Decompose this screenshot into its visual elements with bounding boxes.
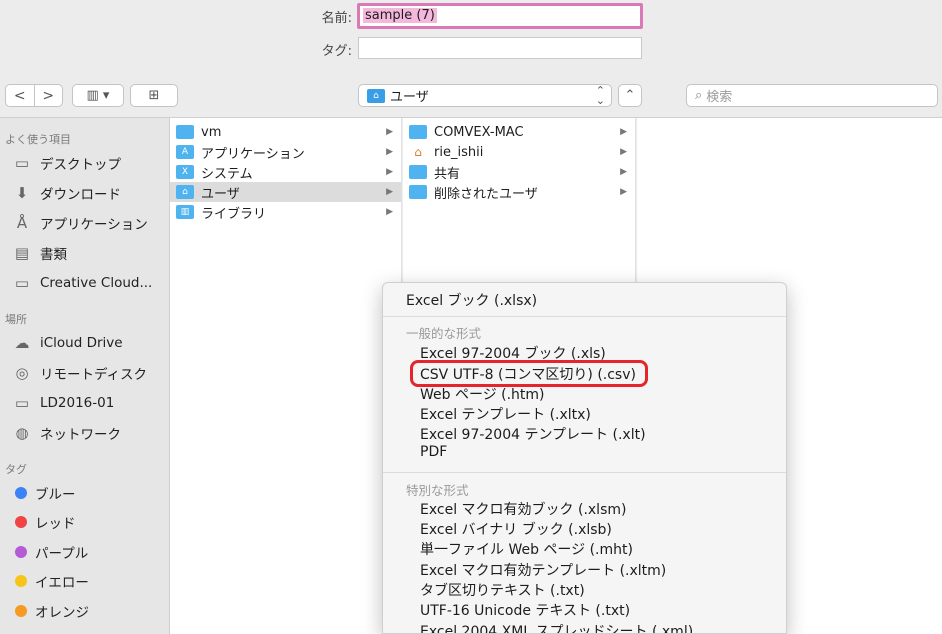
system-folder-icon: X	[176, 165, 194, 179]
sidebar-tag-red[interactable]: レッド	[12, 511, 76, 533]
menu-item-txt-tab[interactable]: タブ区切りテキスト (.txt)	[420, 580, 585, 600]
column-item-comvex-mac[interactable]: COMVEX-MAC ▶	[409, 122, 629, 142]
tag-label: タグ:	[321, 44, 352, 59]
menu-item-xlsb[interactable]: Excel バイナリ ブック (.xlsb)	[420, 519, 612, 539]
filename-input[interactable]: sample (7)	[357, 3, 643, 29]
column-item-rie-ishii[interactable]: ⌂ rie_ishii ▶	[409, 142, 629, 162]
sidebar-item-icloud[interactable]: ☁ iCloud Drive	[12, 332, 123, 354]
folder-icon: ▭	[14, 274, 30, 292]
places-header: 場所	[5, 313, 27, 326]
column-item-vm[interactable]: vm ▶	[176, 122, 395, 142]
updown-chevron-icon: ⌃ ⌄	[595, 84, 605, 107]
menu-header-special: 特別な形式	[406, 483, 469, 498]
disclosure-arrow-icon: ▶	[386, 207, 393, 217]
menu-item-txt-utf16[interactable]: UTF-16 Unicode テキスト (.txt)	[420, 600, 630, 620]
tag-color-icon	[15, 605, 27, 617]
disclosure-arrow-icon: ▶	[620, 147, 627, 157]
tags-input[interactable]	[358, 37, 642, 59]
search-input[interactable]: ⌕ 検索	[686, 84, 938, 107]
sidebar-item-applications[interactable]: Å アプリケーション	[12, 212, 148, 234]
library-folder-icon: ▥	[176, 205, 194, 219]
back-button[interactable]: <	[6, 85, 34, 106]
folder-icon	[409, 185, 427, 199]
sidebar-item-remote-disc[interactable]: ◎ リモートディスク	[12, 362, 147, 384]
network-icon: ◍	[15, 424, 29, 442]
save-header: 名前: sample (7) タグ: < > ▥ ▾ ⊞ ⌂ ユーザ ⌃ ⌄ ⌃ …	[0, 0, 942, 118]
home-icon: ⌂	[409, 145, 427, 159]
documents-icon: ▤	[14, 244, 30, 262]
column-item-system[interactable]: X システム ▶	[176, 162, 395, 182]
sidebar-item-downloads[interactable]: ⬇ ダウンロード	[12, 182, 121, 204]
disc-icon: ◎	[15, 364, 29, 382]
menu-item-xlsm[interactable]: Excel マクロ有効ブック (.xlsm)	[420, 499, 626, 519]
tag-color-icon	[15, 575, 27, 587]
applications-icon: Å	[16, 214, 28, 232]
sidebar-item-documents[interactable]: ▤ 書類	[12, 242, 67, 264]
menu-item-mht[interactable]: 単一ファイル Web ページ (.mht)	[420, 539, 633, 559]
menu-separator	[383, 472, 786, 473]
users-folder-icon: ⌂	[176, 185, 194, 199]
tag-color-icon	[15, 487, 27, 499]
disclosure-arrow-icon: ▶	[386, 167, 393, 177]
tags-header: タグ	[5, 463, 27, 476]
search-icon: ⌕	[695, 88, 703, 103]
sidebar: よく使う項目 ▭ デスクトップ ⬇ ダウンロード Å アプリケーション ▤ 書類 ▭ Cr…	[0, 118, 170, 634]
disclosure-arrow-icon: ▶	[386, 147, 393, 157]
favorites-header: よく使う項目	[5, 133, 71, 146]
sidebar-item-network[interactable]: ◍ ネットワーク	[12, 422, 121, 444]
column-item-applications[interactable]: A アプリケーション ▶	[176, 142, 395, 162]
disclosure-arrow-icon: ▶	[386, 127, 393, 137]
sidebar-item-creative-cloud[interactable]: ▭ Creative Cloud...	[12, 272, 152, 294]
folder-icon	[409, 165, 427, 179]
desktop-icon: ▭	[14, 154, 30, 172]
column-item-shared[interactable]: 共有 ▶	[409, 162, 629, 182]
chevron-up-icon: ⌃	[624, 88, 636, 103]
sidebar-tag-yellow[interactable]: イエロー	[12, 570, 89, 592]
computer-icon: ▭	[14, 394, 30, 412]
nav-buttons: < >	[5, 84, 63, 107]
menu-item-xlsx[interactable]: Excel ブック (.xlsx)	[406, 290, 537, 310]
menu-item-xlt[interactable]: Excel 97-2004 テンプレート (.xlt)	[420, 424, 646, 444]
menu-separator	[383, 316, 786, 317]
search-placeholder: 検索	[706, 90, 733, 105]
disclosure-arrow-icon: ▶	[620, 187, 627, 197]
column-item-deleted-users[interactable]: 削除されたユーザ ▶	[409, 182, 629, 202]
column-item-library[interactable]: ▥ ライブラリ ▶	[176, 202, 395, 222]
tag-color-icon	[15, 546, 27, 558]
applications-folder-icon: A	[176, 145, 194, 159]
file-format-menu: Excel ブック (.xlsx) 一般的な形式 Excel 97-2004 ブ…	[382, 282, 787, 634]
forward-button[interactable]: >	[33, 85, 63, 106]
browser-column-1: vm ▶ A アプリケーション ▶ X システム ▶ ⌂ ユーザ ▶ ▥ ライブラリ ▶	[170, 118, 402, 634]
menu-item-xltm[interactable]: Excel マクロ有効テンプレート (.xltm)	[420, 560, 666, 580]
sidebar-item-computer[interactable]: ▭ LD2016-01	[12, 392, 114, 414]
cloud-icon: ☁	[14, 334, 30, 352]
folder-icon	[409, 125, 427, 139]
new-folder-button[interactable]: ⊞	[130, 84, 178, 107]
download-icon: ⬇	[15, 184, 29, 202]
tag-color-icon	[15, 516, 27, 528]
folder-icon	[176, 125, 194, 139]
csv-highlight-annotation	[410, 360, 648, 387]
sidebar-tag-blue[interactable]: ブルー	[12, 482, 76, 504]
menu-item-pdf[interactable]: PDF	[420, 444, 447, 460]
sidebar-tag-orange[interactable]: オレンジ	[12, 600, 89, 622]
menu-header-general: 一般的な形式	[406, 326, 482, 341]
menu-item-xml[interactable]: Excel 2004 XML スプレッドシート (.xml)	[420, 621, 693, 633]
menu-item-htm[interactable]: Web ページ (.htm)	[420, 384, 545, 404]
disclosure-arrow-icon: ▶	[386, 187, 393, 197]
sidebar-tag-purple[interactable]: パープル	[12, 541, 88, 563]
menu-item-xltx[interactable]: Excel テンプレート (.xltx)	[420, 404, 591, 424]
sidebar-item-desktop[interactable]: ▭ デスクトップ	[12, 152, 121, 174]
location-popup[interactable]: ⌂ ユーザ ⌃ ⌄	[358, 84, 612, 107]
disclosure-arrow-icon: ▶	[620, 127, 627, 137]
location-label: ユーザ	[390, 90, 429, 105]
users-folder-icon: ⌂	[367, 88, 385, 103]
filename-value: sample (7)	[363, 8, 437, 23]
column-item-users[interactable]: ⌂ ユーザ ▶	[170, 182, 401, 202]
disclosure-arrow-icon: ▶	[620, 167, 627, 177]
view-mode-button[interactable]: ▥ ▾	[72, 84, 124, 107]
name-label: 名前:	[321, 11, 352, 26]
collapse-button[interactable]: ⌃	[618, 84, 642, 107]
